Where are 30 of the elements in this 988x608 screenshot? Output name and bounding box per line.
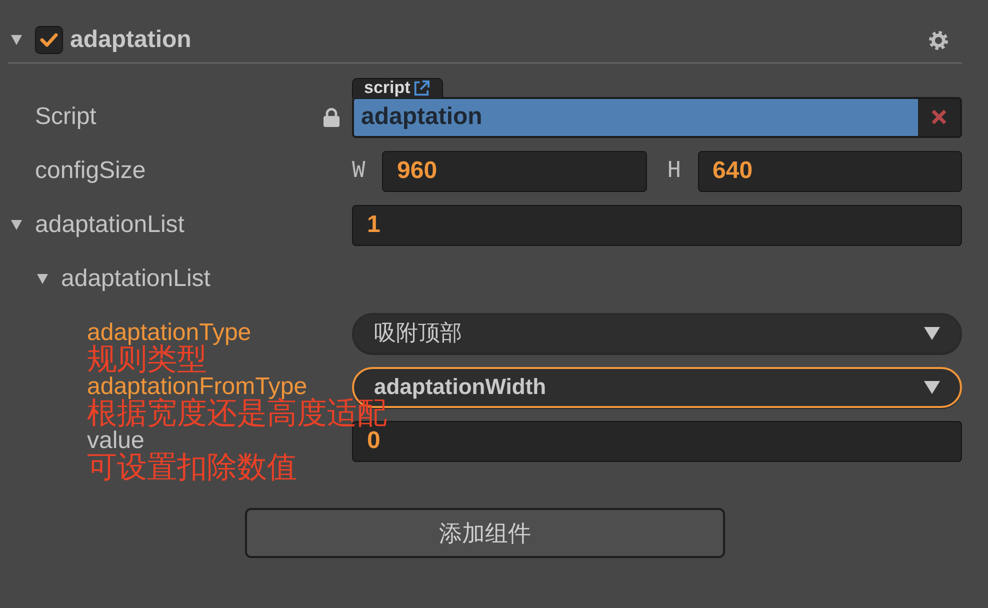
checkmark-icon xyxy=(40,33,58,47)
number-field[interactable]: 1 xyxy=(352,204,962,246)
property-label: adaptationType xyxy=(87,321,252,345)
settings-icon[interactable] xyxy=(929,30,948,50)
script-field[interactable]: adaptation xyxy=(352,96,962,138)
enable-checkbox[interactable] xyxy=(35,26,63,54)
axis-label: W xyxy=(352,160,366,182)
disclosure-triangle-icon[interactable] xyxy=(11,220,22,230)
number-field[interactable]: 960 xyxy=(382,150,646,192)
script-asset-name: adaptation xyxy=(354,98,918,136)
property-label: adaptationList xyxy=(61,267,210,291)
caret-icon xyxy=(924,326,940,340)
script-link[interactable]: script xyxy=(352,78,444,98)
property-label: value xyxy=(87,429,144,453)
caret-icon xyxy=(924,380,940,394)
property-label: Script xyxy=(35,105,96,129)
property-label: configSize xyxy=(35,159,146,183)
external-link-icon xyxy=(413,80,430,96)
axis-label: H xyxy=(668,160,682,182)
property-label: adaptationList xyxy=(35,213,184,237)
dropdown[interactable]: 吸附顶部 xyxy=(352,312,962,354)
close-icon xyxy=(931,109,947,125)
annotation-text: 规则类型 xyxy=(87,345,207,375)
annotation-text: 可设置扣除数值 xyxy=(87,453,297,483)
component-title: adaptation xyxy=(70,28,192,52)
disclosure-triangle-icon[interactable] xyxy=(37,274,48,284)
add-component-button[interactable]: 添加组件 xyxy=(245,508,725,558)
disclosure-triangle-icon[interactable] xyxy=(11,35,22,45)
property-label: adaptationFromType xyxy=(87,375,308,399)
number-field[interactable]: 640 xyxy=(698,150,962,192)
